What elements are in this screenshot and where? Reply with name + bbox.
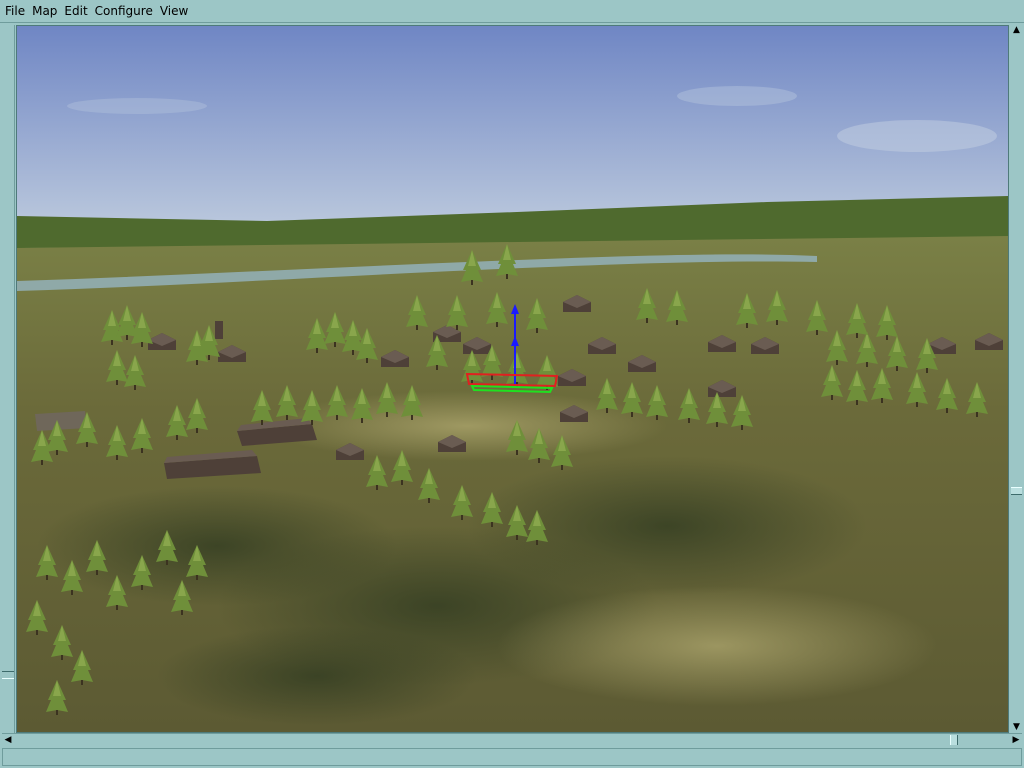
status-bar — [2, 748, 1022, 766]
cloud — [67, 98, 207, 114]
terrain-highlight — [497, 586, 937, 706]
horizontal-scrollbar[interactable]: ◀ ▶ — [2, 733, 1022, 747]
right-scroll-thumb[interactable] — [1011, 487, 1022, 495]
shed-building — [35, 411, 87, 431]
scroll-right-arrow-icon[interactable]: ▶ — [1010, 734, 1022, 746]
church-tower — [215, 321, 223, 339]
cloud — [677, 86, 797, 106]
map-3d-viewport[interactable] — [16, 25, 1009, 733]
scroll-up-arrow-icon[interactable]: ▲ — [1011, 25, 1022, 36]
right-vertical-scrollbar[interactable]: ▲ ▼ — [1010, 25, 1023, 733]
menu-map[interactable]: Map — [28, 1, 60, 21]
menu-edit[interactable]: Edit — [60, 1, 90, 21]
terrain-scene[interactable] — [17, 26, 1009, 733]
terrain-shadow — [157, 626, 477, 726]
terrain-shadow — [467, 456, 867, 596]
menu-view[interactable]: View — [156, 1, 191, 21]
left-vertical-scrollbar[interactable] — [2, 25, 15, 733]
menu-configure[interactable]: Configure — [91, 1, 156, 21]
sky — [17, 26, 1008, 221]
horizontal-scroll-thumb[interactable] — [950, 735, 958, 745]
menu-bar: File Map Edit Configure View — [0, 0, 1024, 23]
left-scroll-thumb[interactable] — [2, 671, 14, 679]
cloud — [837, 120, 997, 152]
menu-file[interactable]: File — [0, 1, 28, 21]
scroll-left-arrow-icon[interactable]: ◀ — [2, 734, 14, 746]
scroll-down-arrow-icon[interactable]: ▼ — [1011, 722, 1022, 733]
